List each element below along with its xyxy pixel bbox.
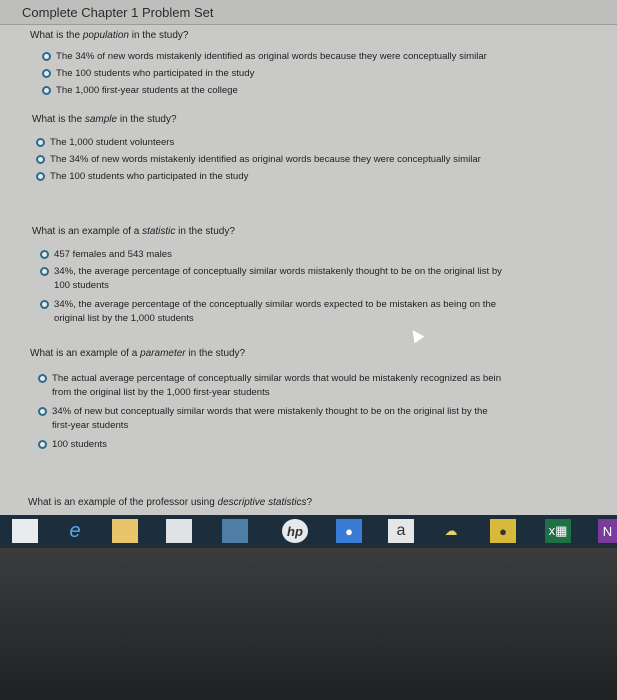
question-text: What is an example of a statistic in the… [32,226,235,237]
hp-icon[interactable]: hp [282,519,308,543]
answer-option[interactable]: 34% of new but conceptually similar word… [52,405,488,433]
radio-button[interactable] [38,440,47,449]
windows-start-icon[interactable] [12,519,38,543]
page-header: Complete Chapter 1 Problem Set [0,0,617,25]
laptop-bezel [0,548,617,700]
answer-option[interactable]: 457 females and 543 males [54,248,172,262]
edge-browser-icon[interactable]: e [62,519,88,543]
screen: Complete Chapter 1 Problem Set What is t… [0,0,617,545]
radio-button[interactable] [40,267,49,276]
answer-option[interactable]: The 1,000 first-year students at the col… [56,84,238,98]
radio-button[interactable] [42,52,51,61]
answer-option-label: 34% of new but conceptually similar word… [52,406,488,417]
answer-option[interactable]: 100 students [52,438,107,452]
chrome-icon[interactable]: ● [490,519,516,543]
question-text: What is an example of a parameter in the… [30,348,246,359]
answer-option-label: 457 females and 543 males [54,249,172,260]
radio-button[interactable] [40,300,49,309]
answer-option-label: 100 students [52,439,107,450]
photos-icon[interactable] [222,519,248,543]
answer-option-label: original list by the 1,000 students [54,313,194,324]
radio-button[interactable] [38,407,47,416]
radio-button[interactable] [38,374,47,383]
answer-option[interactable]: The 100 students who participated in the… [56,67,254,81]
answer-option-label: from the original list by the 1,000 firs… [52,387,270,398]
answer-option-label: 100 students [54,280,109,291]
file-explorer-icon[interactable] [112,519,138,543]
store-icon[interactable] [166,519,192,543]
excel-icon[interactable]: x▦ [545,519,571,543]
answer-option[interactable]: 34%, the average percentage of the conce… [54,298,496,326]
question-text: What is an example of the professor usin… [28,497,313,508]
answer-option-label: 34%, the average percentage of conceptua… [54,266,502,277]
answer-option-label: The 100 students who participated in the… [50,171,249,182]
onenote-icon[interactable]: N [598,519,617,543]
radio-button[interactable] [40,250,49,259]
question-text: What is the population in the study? [30,30,189,41]
answer-option-label: 34%, the average percentage of the conce… [54,299,497,310]
radio-button[interactable] [36,172,45,181]
amazon-icon[interactable]: a [388,519,414,543]
answer-option-label: The actual average percentage of concept… [52,373,502,384]
answer-option-label: The 34% of new words mistakenly identifi… [50,154,481,165]
radio-button[interactable] [36,138,45,147]
answer-option[interactable]: The 34% of new words mistakenly identifi… [56,50,487,64]
taskbar: e hp ● a ☁ ● x▦ N [0,515,617,545]
radio-button[interactable] [42,86,51,95]
answer-option[interactable]: 34%, the average percentage of conceptua… [54,265,502,293]
question-text: What is the sample in the study? [32,114,177,125]
answer-option[interactable]: The 34% of new words mistakenly identifi… [50,153,481,167]
page-title: Complete Chapter 1 Problem Set [22,5,214,20]
answer-option-label: first-year students [52,420,129,431]
answer-option[interactable]: The actual average percentage of concept… [52,372,501,400]
answer-option[interactable]: The 100 students who participated in the… [50,170,248,184]
radio-button[interactable] [36,155,45,164]
answer-option-label: The 1,000 student volunteers [50,137,175,148]
radio-button[interactable] [42,69,51,78]
support-icon[interactable]: ● [336,519,362,543]
answer-option-label: The 34% of new words mistakenly identifi… [56,51,487,62]
answer-option-label: The 1,000 first-year students at the col… [56,85,238,96]
cloud-icon[interactable]: ☁ [438,519,464,543]
answer-option[interactable]: The 1,000 student volunteers [50,136,174,150]
mouse-cursor-icon [407,326,425,344]
answer-option-label: The 100 students who participated in the… [56,68,255,79]
